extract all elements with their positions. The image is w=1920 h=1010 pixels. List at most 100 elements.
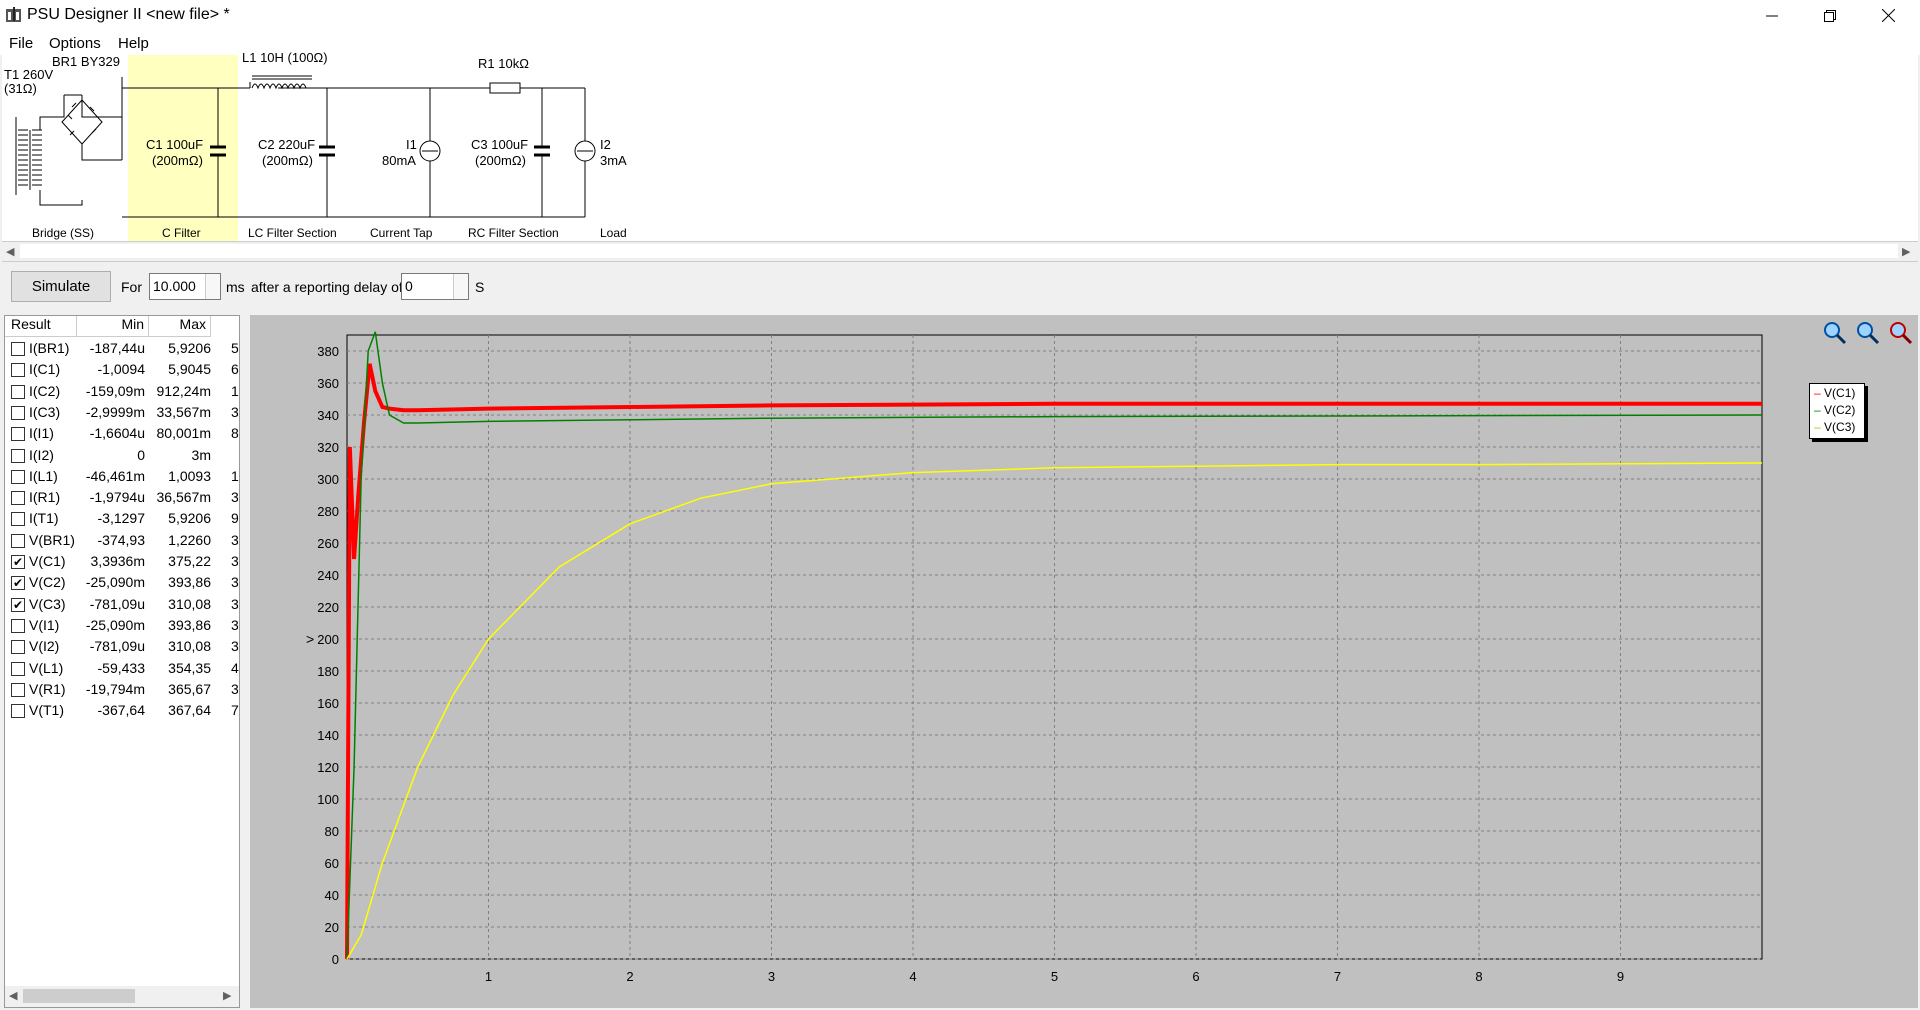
result-checkbox[interactable]: [11, 682, 25, 697]
result-checkbox[interactable]: [11, 704, 25, 719]
table-row[interactable]: ✔ V(C1) 3,3936m 375,22 3: [5, 551, 239, 572]
scroll-thumb[interactable]: [20, 244, 1898, 258]
menu-file[interactable]: File: [9, 35, 33, 52]
result-name: I(T1): [29, 510, 59, 527]
y-tick-label: 200: [317, 632, 339, 647]
scroll-right-icon[interactable]: ▶: [1902, 245, 1910, 258]
result-extra: 1: [231, 467, 239, 484]
label-t1: T1 260V: [4, 67, 54, 82]
result-checkbox[interactable]: ✔: [11, 555, 25, 569]
results-scrollbar[interactable]: ◀ ▶: [5, 986, 239, 1007]
close-button[interactable]: [1859, 0, 1917, 31]
transformer-t1[interactable]: [15, 94, 122, 206]
y-tick-label: 320: [317, 440, 339, 455]
result-min: -59,433: [97, 659, 145, 676]
duration-arrows-icon[interactable]: [205, 274, 220, 299]
result-extra: 3: [231, 574, 239, 591]
section-rc-filter[interactable]: RC Filter Section: [468, 226, 559, 240]
table-row[interactable]: V(L1) -59,433 354,35 4: [5, 658, 239, 679]
result-checkbox[interactable]: [11, 342, 25, 356]
result-checkbox[interactable]: [11, 448, 25, 463]
table-row[interactable]: V(T1) -367,64 367,64 7: [5, 700, 239, 721]
table-row[interactable]: ✔ V(C2) -25,090m 393,86 3: [5, 572, 239, 593]
zoom-out-icon[interactable]: [1855, 320, 1881, 346]
menu-options[interactable]: Options: [49, 35, 101, 52]
header-result[interactable]: Result: [5, 316, 77, 337]
result-name: V(R1): [29, 680, 66, 697]
table-row[interactable]: I(I1) -1,6604u 80,001m 80,: [5, 423, 239, 444]
result-checkbox[interactable]: [11, 427, 25, 442]
result-checkbox[interactable]: [11, 661, 25, 676]
table-row[interactable]: I(BR1) -187,44u 5,9206 5: [5, 338, 239, 359]
table-row[interactable]: V(R1) -19,794m 365,67 3: [5, 679, 239, 700]
result-checkbox[interactable]: [11, 512, 25, 527]
voltage-chart[interactable]: 1 2 3 4 5 6 7 8 9 0 20 40 60 80 100 120 140 160 180 200 220 2…: [250, 315, 1918, 1008]
header-max[interactable]: Max: [149, 316, 211, 337]
table-scroll-thumb[interactable]: [23, 989, 135, 1003]
bridge-br1[interactable]: [61, 77, 123, 161]
table-row[interactable]: I(C2) -159,09m 912,24m 1: [5, 381, 239, 402]
result-checkbox[interactable]: ✔: [11, 576, 25, 591]
simulate-button[interactable]: Simulate: [11, 271, 111, 302]
zoom-reset-icon[interactable]: [1888, 320, 1914, 346]
y-tick-label: 160: [317, 696, 339, 711]
schematic-scrollbar[interactable]: ◀ ▶: [2, 241, 1918, 262]
table-row[interactable]: V(I2) -781,09u 310,08 3: [5, 636, 239, 657]
label-i1: I1: [406, 137, 417, 152]
delay-arrows-icon[interactable]: [453, 274, 468, 299]
scroll-left-icon[interactable]: ◀: [6, 245, 14, 258]
result-checkbox[interactable]: ✔: [11, 597, 25, 612]
result-checkbox[interactable]: [11, 640, 25, 655]
result-max: 1,2260: [168, 531, 211, 548]
y-tick-label: 140: [317, 728, 339, 743]
label-c1: C1 100uF: [146, 137, 204, 152]
section-c-filter[interactable]: C Filter: [162, 226, 201, 240]
result-max: 1,0093: [168, 467, 211, 484]
result-extra: 9: [231, 510, 239, 527]
table-row[interactable]: I(T1) -3,1297 5,9206 9: [5, 508, 239, 529]
result-max: 33,567m: [156, 403, 211, 420]
table-scroll-left-icon[interactable]: ◀: [9, 989, 17, 1002]
header-min[interactable]: Min: [77, 316, 149, 337]
section-current-tap[interactable]: Current Tap: [370, 226, 432, 240]
y-tick-label: 0: [332, 952, 339, 967]
section-load[interactable]: Load: [600, 226, 627, 240]
result-extra: 36,: [231, 403, 239, 420]
table-row[interactable]: I(R1) -1,9794u 36,567m 36,: [5, 487, 239, 508]
table-row[interactable]: I(C1) -1,0094 5,9045 6: [5, 359, 239, 380]
result-extra: 80,: [231, 425, 239, 442]
zoom-in-icon[interactable]: [1822, 320, 1848, 346]
duration-spinner[interactable]: 10.000: [149, 273, 221, 300]
section-lc-filter[interactable]: LC Filter Section: [248, 226, 337, 240]
legend-vc1: – V(C1): [1814, 386, 1856, 400]
result-max: 3m: [191, 446, 211, 463]
legend-vc3: – V(C3): [1814, 420, 1856, 434]
result-max: 365,67: [168, 680, 211, 697]
table-scroll-right-icon[interactable]: ▶: [223, 989, 231, 1002]
table-row[interactable]: I(L1) -46,461m 1,0093 1: [5, 466, 239, 487]
result-checkbox[interactable]: [11, 405, 25, 420]
table-row[interactable]: V(I1) -25,090m 393,86 3: [5, 615, 239, 636]
minimize-button[interactable]: [1743, 0, 1801, 31]
result-name: I(I1): [29, 425, 54, 442]
y-tick-label: 20: [325, 920, 339, 935]
result-max: 80,001m: [156, 425, 211, 442]
result-min: 0: [137, 446, 145, 463]
menu-help[interactable]: Help: [118, 35, 149, 52]
section-bridge[interactable]: Bridge (SS): [32, 226, 94, 240]
table-row[interactable]: I(I2) 0 3m: [5, 445, 239, 466]
result-checkbox[interactable]: [11, 363, 25, 378]
restore-button[interactable]: [1801, 0, 1859, 31]
y-tick-label: 380: [317, 344, 339, 359]
result-checkbox[interactable]: [11, 533, 25, 548]
result-checkbox[interactable]: [11, 469, 25, 484]
result-checkbox[interactable]: [11, 384, 25, 399]
x-tick-label: 7: [1334, 969, 1341, 984]
table-row[interactable]: ✔ V(C3) -781,09u 310,08 3: [5, 594, 239, 615]
result-checkbox[interactable]: [11, 618, 25, 633]
result-checkbox[interactable]: [11, 491, 25, 506]
table-row[interactable]: V(BR1) -374,93 1,2260 3: [5, 530, 239, 551]
x-tick-label: 5: [1051, 969, 1058, 984]
table-row[interactable]: I(C3) -2,9999m 33,567m 36,: [5, 402, 239, 423]
delay-spinner[interactable]: 0: [401, 273, 469, 300]
